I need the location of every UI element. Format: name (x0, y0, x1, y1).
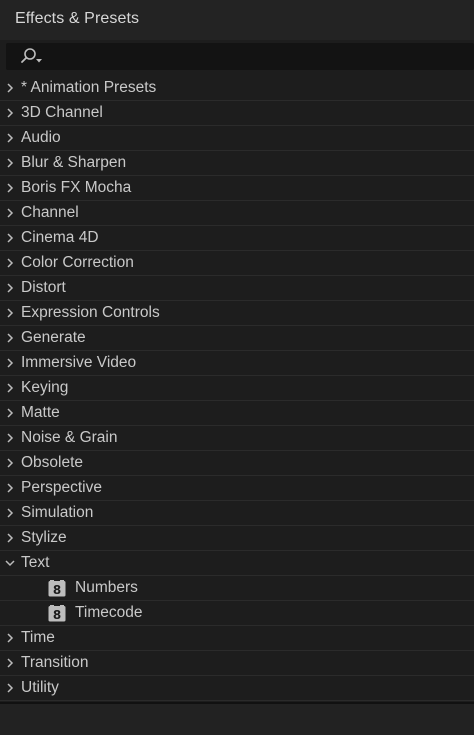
panel-header: Effects & Presets (0, 0, 474, 40)
category-item[interactable]: 3D Channel (0, 101, 474, 126)
category-item[interactable]: Simulation (0, 501, 474, 526)
chevron-right-icon[interactable] (4, 357, 16, 369)
panel-title: Effects & Presets (15, 10, 140, 27)
effect-item-label: Timecode (75, 604, 143, 621)
category-item-label: Blur & Sharpen (21, 154, 127, 171)
category-item[interactable]: Cinema 4D (0, 226, 474, 251)
chevron-right-icon[interactable] (4, 657, 16, 669)
category-item-label: Boris FX Mocha (21, 179, 132, 196)
chevron-right-icon[interactable] (4, 382, 16, 394)
category-item[interactable]: Distort (0, 276, 474, 301)
chevron-right-icon[interactable] (4, 632, 16, 644)
category-item-label: Matte (21, 404, 60, 421)
category-item[interactable]: Blur & Sharpen (0, 151, 474, 176)
category-item[interactable]: Generate (0, 326, 474, 351)
chevron-right-icon[interactable] (4, 682, 16, 694)
category-item-label: Immersive Video (21, 354, 137, 371)
effect-preset-icon: 8 (48, 580, 66, 597)
category-item-label: * Animation Presets (21, 79, 157, 96)
category-item[interactable]: Perspective (0, 476, 474, 501)
search-icon[interactable] (16, 47, 46, 67)
chevron-right-icon[interactable] (4, 332, 16, 344)
category-item[interactable]: Channel (0, 201, 474, 226)
category-item-label: 3D Channel (21, 104, 103, 121)
effect-item[interactable]: 8 Timecode (0, 601, 474, 626)
svg-text:8: 8 (53, 583, 61, 597)
chevron-right-icon[interactable] (4, 282, 16, 294)
chevron-right-icon[interactable] (4, 107, 16, 119)
category-item[interactable]: Immersive Video (0, 351, 474, 376)
search-bar[interactable] (6, 43, 474, 70)
chevron-right-icon[interactable] (4, 182, 16, 194)
svg-text:8: 8 (53, 608, 61, 622)
chevron-right-icon[interactable] (4, 132, 16, 144)
category-item-label: Generate (21, 329, 86, 346)
chevron-right-icon[interactable] (4, 257, 16, 269)
chevron-right-icon[interactable] (4, 482, 16, 494)
category-item[interactable]: Noise & Grain (0, 426, 474, 451)
category-item-label: Keying (21, 379, 69, 396)
category-item-label: Perspective (21, 479, 102, 496)
category-item-label: Noise & Grain (21, 429, 118, 446)
category-item[interactable]: Color Correction (0, 251, 474, 276)
category-item[interactable]: Transition (0, 651, 474, 676)
category-item[interactable]: Boris FX Mocha (0, 176, 474, 201)
chevron-right-icon[interactable] (4, 157, 16, 169)
category-item-label: Expression Controls (21, 304, 160, 321)
category-item-label: Transition (21, 654, 89, 671)
category-item-label: Utility (21, 679, 59, 696)
effects-tree: * Animation Presets 3D Channel Audio Blur &… (0, 76, 474, 701)
chevron-right-icon[interactable] (4, 507, 16, 519)
chevron-right-icon[interactable] (4, 407, 16, 419)
category-item[interactable]: Utility (0, 676, 474, 701)
category-item[interactable]: Text (0, 551, 474, 576)
category-item-label: Stylize (21, 529, 67, 546)
category-item-label: Cinema 4D (21, 229, 99, 246)
category-item[interactable]: Obsolete (0, 451, 474, 476)
category-item-label: Distort (21, 279, 66, 296)
effect-item-label: Numbers (75, 579, 138, 596)
chevron-right-icon[interactable] (4, 457, 16, 469)
chevron-right-icon[interactable] (4, 307, 16, 319)
chevron-right-icon[interactable] (4, 432, 16, 444)
category-item-label: Color Correction (21, 254, 134, 271)
category-item[interactable]: Expression Controls (0, 301, 474, 326)
category-item-label: Time (21, 629, 55, 646)
category-item-label: Channel (21, 204, 79, 221)
chevron-down-icon[interactable] (4, 557, 16, 569)
category-item[interactable]: Matte (0, 401, 474, 426)
category-item[interactable]: Stylize (0, 526, 474, 551)
category-item-label: Simulation (21, 504, 94, 521)
category-item[interactable]: Audio (0, 126, 474, 151)
chevron-right-icon[interactable] (4, 532, 16, 544)
effects-presets-panel: Effects & Presets * Animation Presets 3D … (0, 0, 474, 735)
category-item-label: Obsolete (21, 454, 84, 471)
category-item[interactable]: Keying (0, 376, 474, 401)
category-item-label: Text (21, 554, 50, 571)
category-item[interactable]: * Animation Presets (0, 76, 474, 101)
category-item-label: Audio (21, 129, 61, 146)
effect-item[interactable]: 8 Numbers (0, 576, 474, 601)
chevron-right-icon[interactable] (4, 82, 16, 94)
search-input[interactable] (48, 46, 472, 68)
chevron-right-icon[interactable] (4, 207, 16, 219)
chevron-right-icon[interactable] (4, 232, 16, 244)
panel-footer (0, 702, 474, 735)
category-item[interactable]: Time (0, 626, 474, 651)
effect-preset-icon: 8 (48, 605, 66, 622)
